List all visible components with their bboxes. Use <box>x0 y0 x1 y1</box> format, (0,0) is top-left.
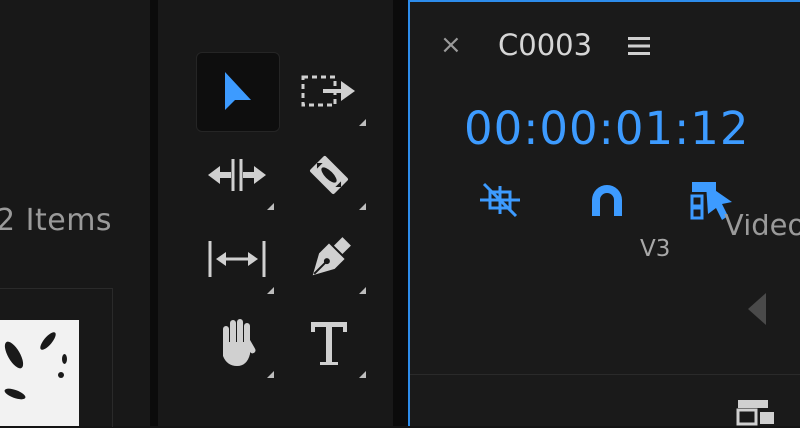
sequence-tab-title[interactable]: C0003 <box>498 28 592 62</box>
timeline-panel: × C0003 00:00:01:12 V3 Video <box>408 0 800 426</box>
tools-panel <box>158 0 393 426</box>
hand-tool-button[interactable] <box>196 304 278 382</box>
slip-tool-button[interactable] <box>196 220 278 298</box>
submenu-indicator <box>359 371 366 378</box>
razor-blade-icon <box>310 156 348 194</box>
close-sequence-button[interactable]: × <box>440 32 462 58</box>
submenu-indicator <box>359 119 366 126</box>
razor-tool-button[interactable] <box>288 136 370 214</box>
track-name-text: Video <box>724 214 800 242</box>
track-label-v3[interactable]: V3 <box>640 236 670 262</box>
slip-icon <box>208 241 266 277</box>
panel-divider[interactable] <box>393 0 408 426</box>
submenu-indicator <box>359 203 366 210</box>
type-tool-button[interactable] <box>288 304 370 382</box>
pen-tool-button[interactable] <box>288 220 370 298</box>
scroll-left-arrow-icon[interactable] <box>746 291 768 327</box>
ripple-edit-icon <box>208 159 266 191</box>
selection-tool-button[interactable] <box>196 52 280 132</box>
track-output-icon[interactable] <box>736 398 778 428</box>
submenu-indicator <box>267 371 274 378</box>
track-select-icon <box>301 75 355 107</box>
submenu-indicator <box>267 287 274 294</box>
project-item-count: 2 Items <box>0 203 113 238</box>
timeline-divider <box>410 374 800 375</box>
panel-divider[interactable] <box>150 0 158 426</box>
pen-nib-icon <box>312 237 351 276</box>
nest-sequence-toggle-icon[interactable] <box>476 178 524 222</box>
type-t-icon <box>311 322 347 365</box>
hand-icon <box>223 319 256 366</box>
submenu-indicator <box>359 287 366 294</box>
track-select-forward-tool-button[interactable] <box>288 52 370 130</box>
playhead-timecode[interactable]: 00:00:01:12 <box>464 102 750 155</box>
project-panel: 2 Items <box>0 0 150 427</box>
track-name-video: Video <box>724 214 800 242</box>
arrow-cursor-icon <box>225 72 251 110</box>
ripple-edit-tool-button[interactable] <box>196 136 278 214</box>
snap-magnet-icon[interactable] <box>586 180 628 222</box>
clip-thumbnail[interactable] <box>0 320 79 426</box>
hamburger-menu-icon[interactable] <box>626 35 652 57</box>
submenu-indicator <box>267 203 274 210</box>
